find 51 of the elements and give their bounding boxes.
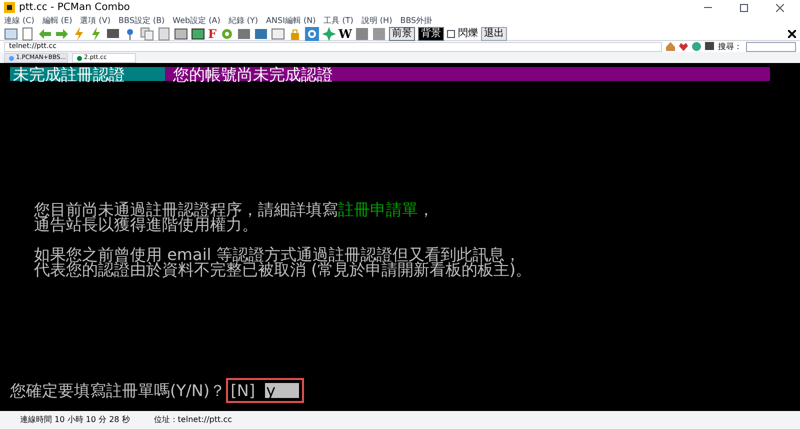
window-title: ptt.cc - PCMan Combo [19, 2, 130, 12]
grid-icon[interactable] [355, 26, 370, 40]
panel-icon[interactable] [174, 26, 188, 40]
blink-label: 閃爍 [458, 28, 478, 38]
menu-item[interactable]: 說明 (H) [361, 17, 392, 25]
color-button[interactable]: 背景 [418, 26, 444, 40]
menu-item[interactable]: BBS設定 (B) [118, 17, 165, 25]
app-icon [4, 2, 15, 13]
panel-icon[interactable] [191, 26, 205, 40]
prompt-question: 您確定要填寫註冊單嗎(Y/N)？ [10, 383, 226, 398]
new-document-icon[interactable] [21, 26, 35, 40]
search-label: 搜尋： [718, 42, 742, 50]
menu-item[interactable]: 編輯 (E) [42, 17, 72, 25]
search-field[interactable] [746, 42, 796, 52]
close-icon[interactable] [788, 30, 796, 38]
message-line: 代表您的認證由於資料不完整已被取消 (常見於申請開新看板的板主)。 [34, 262, 533, 277]
monitor-icon[interactable] [705, 42, 714, 51]
menu-item[interactable]: 連線 (C) [4, 17, 34, 25]
link[interactable]: 註冊申請單 [338, 200, 418, 219]
letter-icon[interactable]: W [338, 28, 352, 40]
search-icon[interactable] [304, 26, 319, 40]
monitor-icon[interactable] [254, 26, 268, 40]
paste-icon[interactable] [157, 26, 171, 40]
copy-icon[interactable] [140, 26, 154, 40]
left-arrow-icon[interactable] [38, 26, 52, 40]
maximize-icon[interactable] [740, 4, 748, 12]
exit-button[interactable]: 退出 [481, 26, 508, 40]
star-icon[interactable] [322, 26, 336, 40]
right-arrow-icon[interactable] [55, 26, 69, 40]
message-line: 您目前尚未通過註冊認證程序，請細詳填寫註冊申請單， [34, 202, 435, 217]
letter-icon[interactable]: F [208, 28, 217, 40]
menu-item[interactable]: 工具 (T) [324, 17, 354, 25]
message-line: 通告站長以獲得進階使用權力。 [34, 217, 258, 232]
menu-item[interactable]: BBS外掛 [400, 17, 432, 25]
grid-icon[interactable] [372, 26, 386, 40]
lightning-icon[interactable] [72, 26, 86, 40]
message-line: 如果您之前曾使用 email 等認證方式通過註冊認證但又看到此訊息， [34, 247, 522, 262]
connection-time: 連線時間 10 小時 10 分 28 秒 [20, 416, 130, 424]
default-answer: [N] [230, 383, 256, 398]
color-button[interactable]: 前景 [389, 26, 416, 40]
status-address: 位址：telnet://ptt.cc [154, 416, 232, 424]
monitor-icon[interactable] [106, 26, 120, 40]
header-title: 未完成註冊認證 [10, 67, 165, 81]
menu-item[interactable]: 選項 (V) [80, 17, 110, 25]
menu-item[interactable]: 紀錄 (Y) [228, 17, 258, 25]
window-icon[interactable] [4, 26, 18, 40]
menu-item[interactable]: Web設定 (A) [172, 17, 220, 25]
blink-checkbox[interactable] [447, 30, 456, 38]
header-message: 您的帳號尚未完成認證 [172, 67, 334, 81]
menu-item[interactable]: ANSI編輯 (N) [266, 17, 316, 25]
close-icon[interactable] [776, 4, 784, 12]
